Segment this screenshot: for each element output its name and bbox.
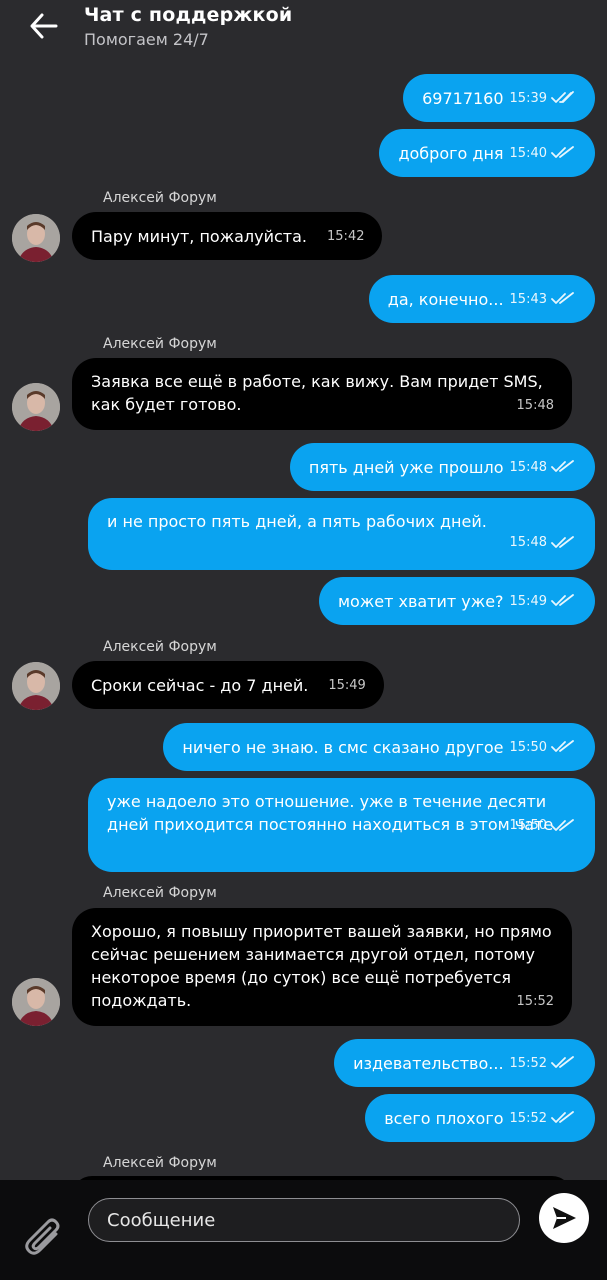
outgoing-message[interactable]: издевательство... 15:52 (334, 1039, 595, 1087)
outgoing-message[interactable]: может хватит уже? 15:49 (318, 577, 595, 625)
message-time: 15:49 (509, 593, 547, 609)
message-text: Сроки сейчас - до 7 дней. (91, 675, 309, 695)
double-check-icon (551, 91, 574, 103)
message-time: 15:48 (509, 535, 547, 550)
outgoing-message[interactable]: всего плохого 15:52 (365, 1094, 595, 1142)
message-text: 69717160 (422, 88, 504, 108)
message-text: может хватит уже? (337, 591, 504, 611)
back-arrow-icon[interactable] (28, 12, 60, 40)
double-check-icon (551, 740, 574, 752)
send-button[interactable] (539, 1193, 589, 1243)
sender-name: Алексей Форум (103, 885, 217, 901)
message-time: 15:52 (509, 1110, 547, 1126)
double-check-icon (551, 818, 574, 831)
outgoing-message[interactable]: 69717160 15:39 (403, 74, 595, 122)
outgoing-message[interactable]: да, конечно... 15:43 (368, 275, 595, 323)
message-input[interactable] (88, 1198, 520, 1242)
outgoing-message[interactable]: и не просто пять дней, а пять рабочих дн… (88, 498, 595, 570)
avatar[interactable] (12, 214, 60, 262)
message-time: 15:52 (509, 1055, 547, 1071)
paperclip-icon[interactable] (22, 1216, 66, 1260)
message-text: ничего не знаю. в смс сказано другое (182, 737, 504, 757)
avatar[interactable] (12, 978, 60, 1026)
double-check-icon (551, 146, 574, 158)
message-text: и не просто пять дней, а пять рабочих дн… (107, 512, 487, 531)
message-time: 15:39 (509, 90, 547, 106)
double-check-icon (551, 535, 574, 548)
outgoing-message[interactable]: доброго дня 15:40 (379, 129, 595, 177)
message-time: 15:50 (509, 818, 547, 833)
chat-title: Чат с поддержкой (84, 4, 293, 26)
sender-name: Алексей Форум (103, 639, 217, 655)
message-time: 15:42 (327, 228, 365, 244)
message-text: Пару минут, пожалуйста. (91, 226, 308, 246)
message-time: 15:52 (516, 994, 554, 1009)
double-check-icon (551, 594, 574, 606)
message-list[interactable]: 69717160 15:39 доброго дня 15:40 Алексей… (0, 64, 607, 1180)
double-check-icon (551, 460, 574, 472)
message-text: уже надоело это отношение. уже в течение… (107, 792, 554, 834)
sender-name: Алексей Форум (103, 1155, 217, 1171)
message-time: 15:50 (509, 739, 547, 755)
message-time: 15:49 (328, 677, 366, 693)
message-text: всего плохого (384, 1108, 504, 1128)
message-text: пять дней уже прошло (308, 457, 504, 477)
sender-name: Алексей Форум (103, 336, 217, 352)
chat-header: Чат с поддержкой Помогаем 24/7 (0, 0, 607, 64)
chat-subtitle: Помогаем 24/7 (84, 30, 209, 49)
avatar[interactable] (12, 383, 60, 431)
message-text: издевательство... (353, 1053, 504, 1073)
message-time: 15:40 (509, 145, 547, 161)
incoming-message[interactable]: Заявка все ещё в работе, как вижу. Вам п… (72, 358, 572, 430)
message-time: 15:48 (516, 398, 554, 413)
incoming-message[interactable]: Пару минут, пожалуйста. 15:42 (72, 212, 383, 260)
message-text: доброго дня (398, 143, 504, 163)
incoming-message[interactable]: Хорошо, я повышу приоритет вашей заявки,… (72, 908, 572, 1026)
avatar[interactable] (12, 662, 60, 710)
sender-name: Алексей Форум (103, 190, 217, 206)
double-check-icon (551, 1056, 574, 1068)
outgoing-message[interactable]: пять дней уже прошло 15:48 (289, 443, 595, 491)
send-icon (553, 1207, 576, 1229)
double-check-icon (551, 1111, 574, 1123)
outgoing-message[interactable]: ничего не знаю. в смс сказано другое 15:… (163, 723, 595, 771)
message-text: да, конечно... (387, 289, 504, 309)
double-check-icon (551, 292, 574, 304)
incoming-message[interactable]: Сроки сейчас - до 7 дней. 15:49 (72, 661, 384, 709)
message-time: 15:43 (509, 291, 547, 307)
message-time: 15:48 (509, 459, 547, 475)
outgoing-message[interactable]: уже надоело это отношение. уже в течение… (88, 778, 595, 872)
